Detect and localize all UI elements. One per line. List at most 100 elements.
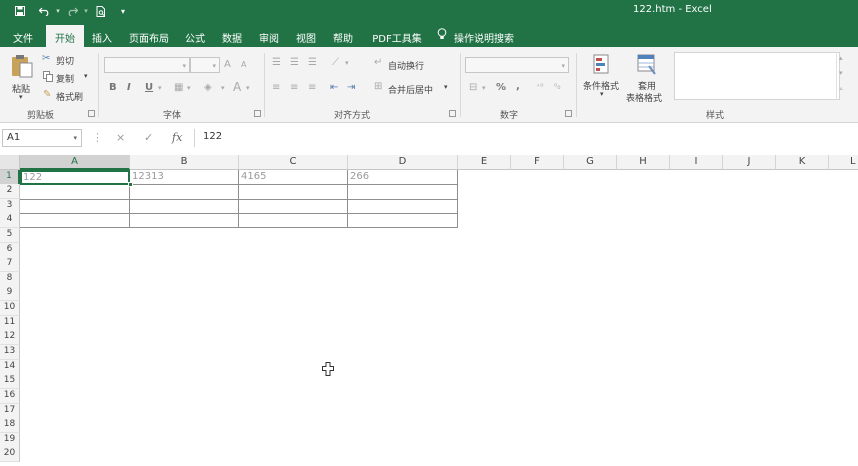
chevron-up-icon[interactable]: ▴ xyxy=(839,54,843,62)
styles-gallery-scroll[interactable]: ▴ ▾ ⩡ xyxy=(836,52,848,100)
row-header-15[interactable]: 15 xyxy=(0,374,20,389)
align-right-icon[interactable]: ≡ xyxy=(308,82,316,93)
row-header-10[interactable]: 10 xyxy=(0,301,20,316)
row-header-8[interactable]: 8 xyxy=(0,272,20,287)
enter-icon[interactable]: ✓ xyxy=(144,131,153,144)
align-center-icon[interactable]: ≡ xyxy=(290,82,298,93)
font-name-dropdown[interactable]: ▾ xyxy=(104,57,190,73)
tab-pdf-tools[interactable]: PDF工具集 xyxy=(365,25,429,47)
column-header-i[interactable]: I xyxy=(670,155,723,170)
row-header-5[interactable]: 5 xyxy=(0,228,20,243)
row-header-3[interactable]: 3 xyxy=(0,199,20,214)
cell-a3[interactable] xyxy=(20,199,130,214)
cell-a2[interactable] xyxy=(20,185,130,200)
fill-color-dropdown-icon[interactable]: ▾ xyxy=(221,84,225,92)
cell-d2[interactable] xyxy=(348,185,458,200)
number-launcher-icon[interactable] xyxy=(565,110,572,117)
row-header-2[interactable]: 2 xyxy=(0,184,20,199)
row-header-6[interactable]: 6 xyxy=(0,243,20,258)
tab-view[interactable]: 视图 xyxy=(290,25,322,47)
column-header-k[interactable]: K xyxy=(776,155,829,170)
orientation-dropdown-icon[interactable]: ▾ xyxy=(345,59,349,67)
customize-icon[interactable]: ▾ xyxy=(115,3,131,19)
column-header-g[interactable]: G xyxy=(564,155,617,170)
column-header-b[interactable]: B xyxy=(130,155,239,170)
cell-c4[interactable] xyxy=(239,213,348,228)
increase-indent-icon[interactable]: ⇥ xyxy=(347,82,355,93)
cell-b2[interactable] xyxy=(130,185,239,200)
font-size-dropdown[interactable]: ▾ xyxy=(190,57,220,73)
column-header-a[interactable]: A xyxy=(20,155,130,170)
cell-b4[interactable] xyxy=(130,213,239,228)
orientation-icon[interactable]: ⟋ xyxy=(332,57,339,68)
align-top-icon[interactable]: ☰ xyxy=(272,57,281,68)
wrap-text-button[interactable]: ↵ 自动换行 xyxy=(374,57,434,72)
row-header-14[interactable]: 14 xyxy=(0,360,20,375)
cut-button[interactable]: ✂ 剪切 xyxy=(42,53,82,67)
increase-decimal-icon[interactable]: ⁺⁰ xyxy=(536,82,543,91)
italic-button[interactable]: I xyxy=(127,82,131,93)
merge-center-button[interactable]: ⊞ 合并后居中 ▾ xyxy=(374,81,454,96)
print-preview-icon[interactable] xyxy=(93,3,109,19)
row-header-13[interactable]: 13 xyxy=(0,345,20,360)
cell-styles-gallery[interactable] xyxy=(674,52,840,100)
font-launcher-icon[interactable] xyxy=(254,110,261,117)
bold-button[interactable]: B xyxy=(109,82,117,93)
paste-button[interactable]: 粘贴 ▾ xyxy=(6,52,38,104)
tab-review[interactable]: 审阅 xyxy=(253,25,285,47)
name-box[interactable]: A1 ▾ xyxy=(2,129,82,147)
save-icon[interactable] xyxy=(12,3,28,19)
cell-c3[interactable] xyxy=(239,199,348,214)
tab-file[interactable]: 文件 xyxy=(6,25,40,47)
row-header-20[interactable]: 20 xyxy=(0,447,20,462)
number-format-dropdown[interactable]: ▾ xyxy=(465,57,569,73)
accounting-icon[interactable]: ⊟ xyxy=(469,82,477,93)
select-all-button[interactable] xyxy=(0,155,20,170)
align-left-icon[interactable]: ≡ xyxy=(272,82,280,93)
row-header-4[interactable]: 4 xyxy=(0,213,20,228)
column-header-c[interactable]: C xyxy=(239,155,348,170)
font-color-dropdown-icon[interactable]: ▾ xyxy=(246,84,250,92)
chevron-down-icon[interactable]: ▾ xyxy=(73,134,77,142)
insert-function-icon[interactable]: fx xyxy=(172,131,182,144)
copy-button[interactable]: 复制 ▾ xyxy=(42,71,92,85)
tab-page-layout[interactable]: 页面布局 xyxy=(124,25,174,47)
column-header-l[interactable]: L xyxy=(829,155,858,170)
fill-handle[interactable] xyxy=(128,182,133,187)
border-icon[interactable]: ▦ xyxy=(174,82,183,93)
tab-help[interactable]: 帮助 xyxy=(327,25,359,47)
decrease-indent-icon[interactable]: ⇤ xyxy=(330,82,338,93)
format-as-table-button[interactable]: 套用 表格格式 xyxy=(625,51,671,104)
clipboard-launcher-icon[interactable] xyxy=(88,110,95,117)
font-color-icon[interactable]: A xyxy=(233,80,241,94)
chevron-down-icon[interactable]: ▾ xyxy=(839,69,843,77)
cell-c1[interactable]: 4165 xyxy=(239,170,348,185)
underline-dropdown-icon[interactable]: ▾ xyxy=(158,84,162,92)
column-header-d[interactable]: D xyxy=(348,155,458,170)
alignment-launcher-icon[interactable] xyxy=(449,110,456,117)
row-header-11[interactable]: 11 xyxy=(0,316,20,331)
cell-d4[interactable] xyxy=(348,213,458,228)
percent-button[interactable]: % xyxy=(496,82,506,93)
column-header-f[interactable]: F xyxy=(511,155,564,170)
decrease-font-icon[interactable]: A xyxy=(241,60,246,69)
conditional-formatting-button[interactable]: 条件格式 ▾ xyxy=(581,51,625,103)
row-header-18[interactable]: 18 xyxy=(0,418,20,433)
column-header-e[interactable]: E xyxy=(458,155,511,170)
cell-c2[interactable] xyxy=(239,185,348,200)
align-middle-icon[interactable]: ☰ xyxy=(290,57,299,68)
column-header-h[interactable]: H xyxy=(617,155,670,170)
cancel-icon[interactable]: × xyxy=(116,131,125,144)
fill-color-icon[interactable]: ◈ xyxy=(204,82,212,93)
cell-b3[interactable] xyxy=(130,199,239,214)
tab-insert[interactable]: 插入 xyxy=(86,25,118,47)
row-header-16[interactable]: 16 xyxy=(0,389,20,404)
row-header-9[interactable]: 9 xyxy=(0,286,20,301)
row-header-17[interactable]: 17 xyxy=(0,404,20,419)
cell-a1[interactable]: 122 xyxy=(20,170,130,185)
align-bottom-icon[interactable]: ☰ xyxy=(308,57,317,68)
row-header-7[interactable]: 7 xyxy=(0,257,20,272)
cell-a4[interactable] xyxy=(20,213,130,228)
cell-d3[interactable] xyxy=(348,199,458,214)
increase-font-icon[interactable]: A xyxy=(224,59,231,70)
